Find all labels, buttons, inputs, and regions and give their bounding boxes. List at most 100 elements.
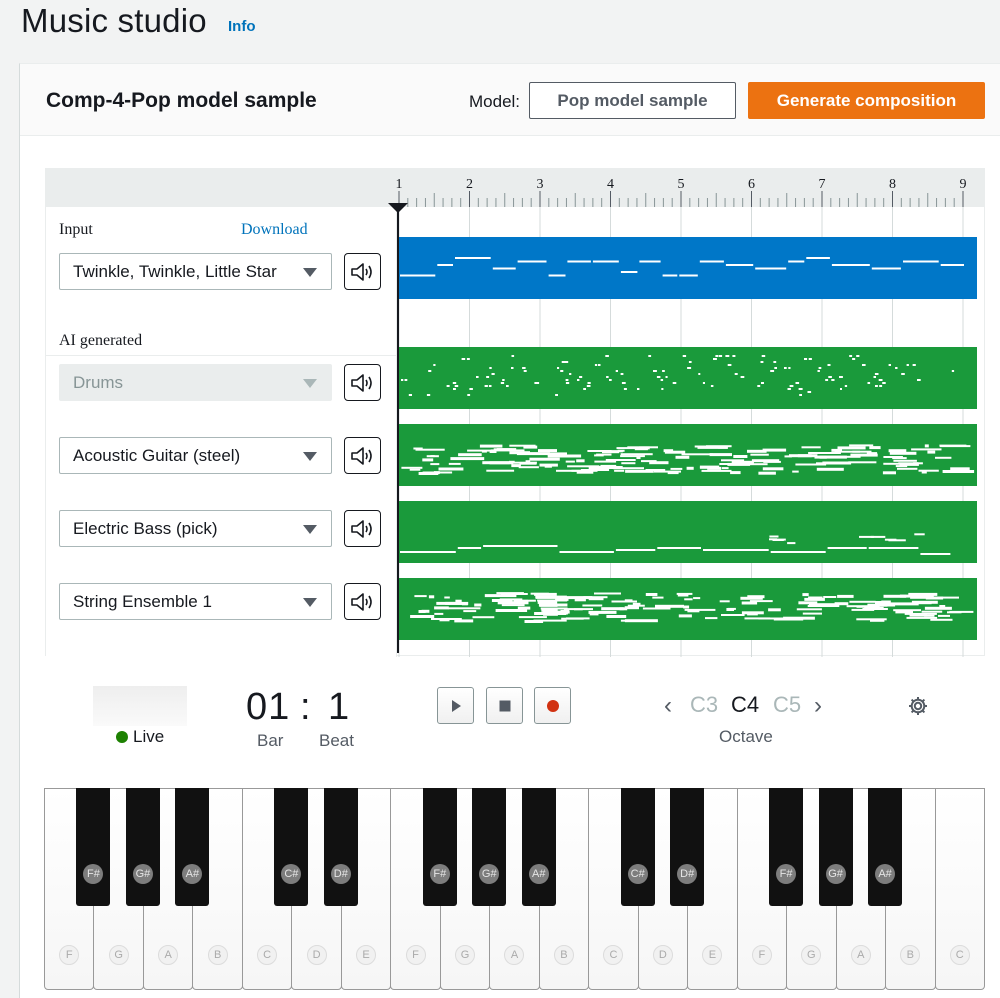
record-button[interactable] [534, 687, 571, 724]
note-block [733, 455, 748, 458]
piano-black-key[interactable]: F# [422, 788, 457, 906]
note-block [709, 453, 732, 457]
key-note-label: B [553, 945, 574, 965]
note-block [665, 376, 668, 378]
note-block [583, 388, 586, 390]
instrument-select-strings[interactable]: String Ensemble 1 [59, 583, 332, 620]
note-block [565, 379, 569, 381]
generate-composition-button[interactable]: Generate composition [748, 82, 985, 119]
note-block [492, 267, 516, 270]
note-block [511, 355, 515, 357]
note-block [518, 616, 547, 619]
note-block [682, 355, 687, 357]
speaker-button-guitar[interactable] [344, 437, 381, 474]
speaker-button-strings[interactable] [344, 583, 381, 620]
note-block [564, 361, 569, 363]
octave-option-c4[interactable]: C4 [731, 692, 759, 718]
info-link[interactable]: Info [228, 18, 256, 35]
instrument-select-input[interactable]: Twinkle, Twinkle, Little Star [59, 253, 332, 290]
note-block [914, 533, 925, 536]
note-block [587, 382, 591, 384]
track-lane-drums[interactable] [398, 347, 977, 409]
octave-up-chevron-icon[interactable]: › [814, 692, 822, 720]
track-lane-strings[interactable] [398, 578, 977, 640]
key-note-label: A [504, 945, 525, 965]
note-block [576, 459, 585, 463]
play-button[interactable] [437, 687, 474, 724]
note-block [454, 619, 474, 623]
bar-number: 7 [819, 177, 826, 192]
ai-section-label: AI generated [59, 332, 143, 349]
instrument-select-bass[interactable]: Electric Bass (pick) [59, 510, 332, 547]
piano-white-key[interactable]: C [934, 788, 985, 990]
octave-option-c5[interactable]: C5 [773, 692, 801, 718]
note-block [489, 450, 497, 453]
piano-black-key[interactable]: D# [323, 788, 358, 906]
note-block [874, 373, 879, 375]
piano-black-key[interactable]: G# [472, 788, 507, 906]
note-block [871, 267, 901, 270]
note-block [501, 604, 525, 607]
caret-down-icon [303, 268, 317, 277]
speaker-button-input[interactable] [344, 253, 381, 290]
speaker-icon [350, 592, 372, 611]
track-lane-guitar[interactable] [398, 424, 977, 486]
note-block [418, 610, 426, 613]
piano-black-key[interactable]: F# [76, 788, 111, 906]
speaker-button-bass[interactable] [344, 510, 381, 547]
bar-ruler[interactable]: 1 2 3 4 5 6 7 8 9 [46, 169, 984, 207]
note-block [617, 449, 625, 452]
note-block [918, 469, 939, 472]
note-block [605, 355, 609, 357]
note-block [430, 463, 440, 466]
key-note-label: G [108, 945, 129, 965]
note-block [594, 460, 617, 463]
note-block [726, 608, 734, 611]
note-block [703, 549, 769, 551]
note-block [426, 394, 431, 396]
piano-black-key[interactable]: C# [274, 788, 309, 906]
piano-black-key[interactable]: A# [175, 788, 210, 906]
settings-gear-icon[interactable] [907, 695, 929, 717]
download-link[interactable]: Download [241, 221, 308, 239]
stop-button[interactable] [486, 687, 523, 724]
note-block [483, 545, 558, 547]
track-lane-input[interactable] [398, 237, 977, 299]
note-block [795, 463, 827, 466]
note-block [430, 455, 435, 458]
note-block [615, 549, 656, 551]
key-note-label: F [405, 945, 426, 965]
note-block [940, 264, 964, 266]
instrument-select-guitar[interactable]: Acoustic Guitar (steel) [59, 437, 332, 474]
speaker-button-drums[interactable] [344, 364, 381, 401]
note-block [707, 445, 720, 448]
note-block [882, 382, 886, 384]
track-lane-bass[interactable] [398, 501, 977, 563]
note-block [466, 358, 470, 360]
note-block [620, 453, 653, 456]
caret-down-icon [303, 379, 317, 388]
note-block [725, 264, 754, 266]
note-block [594, 454, 604, 457]
piano-black-key[interactable]: A# [868, 788, 903, 906]
playhead[interactable] [386, 203, 410, 653]
piano-black-key[interactable]: A# [521, 788, 556, 906]
note-block [486, 376, 489, 378]
note-block [557, 367, 560, 369]
piano-black-key[interactable]: G# [125, 788, 160, 906]
note-block [921, 471, 927, 474]
octave-option-c3[interactable]: C3 [690, 692, 718, 718]
piano-black-key[interactable]: F# [769, 788, 804, 906]
octave-down-chevron-icon[interactable]: ‹ [664, 692, 672, 720]
note-block [663, 449, 674, 453]
note-block [469, 388, 473, 390]
piano-black-key[interactable]: C# [620, 788, 655, 906]
track-area[interactable] [388, 203, 986, 657]
note-block [951, 370, 955, 372]
model-select[interactable]: Pop model sample [529, 82, 736, 119]
piano-black-key[interactable]: G# [818, 788, 853, 906]
note-block [802, 612, 822, 615]
piano-black-key[interactable]: D# [670, 788, 705, 906]
note-block [661, 388, 664, 390]
bar-counter: 01 [246, 686, 291, 728]
